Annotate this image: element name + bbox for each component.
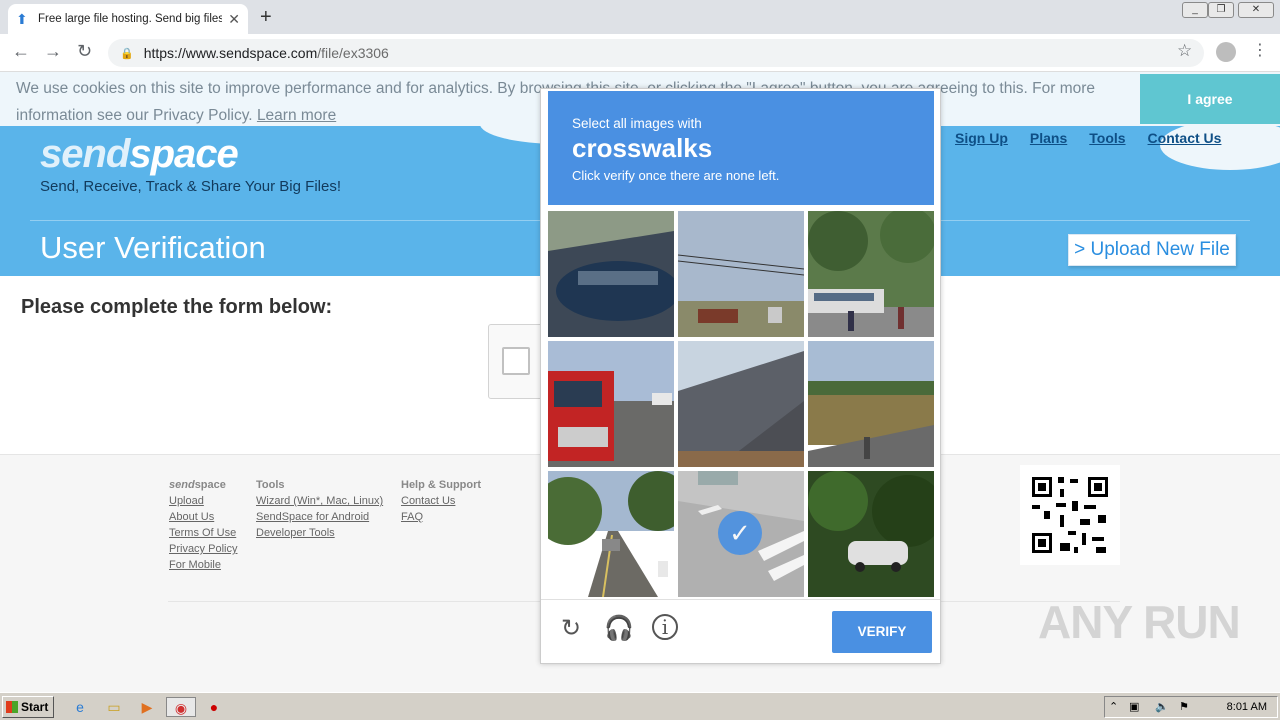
captcha-footer: ↻ 🎧 i VERIFY bbox=[541, 599, 940, 663]
browser-tab[interactable]: ⬆ Free large file hosting. Send big file… bbox=[8, 4, 248, 34]
bookmark-star-icon[interactable]: ☆ bbox=[1177, 41, 1192, 61]
footer-link-about-us[interactable]: About Us bbox=[169, 509, 237, 525]
top-navigation: Sign Up Plans Tools Contact Us bbox=[955, 130, 1221, 146]
footer-link-contact-us[interactable]: Contact Us bbox=[401, 493, 481, 509]
info-icon[interactable]: i bbox=[652, 614, 678, 640]
captcha-tile-4[interactable] bbox=[548, 341, 674, 467]
captcha-challenge-dialog: Select all images with crosswalks Click … bbox=[540, 88, 941, 664]
footer-link-terms[interactable]: Terms Of Use bbox=[169, 525, 237, 541]
internet-explorer-icon[interactable]: e bbox=[70, 697, 90, 717]
footer-column-sendspace: sendspace Upload About Us Terms Of Use P… bbox=[169, 477, 237, 573]
restore-window-button[interactable]: ❐ bbox=[1208, 2, 1234, 18]
selected-check-icon: ✓ bbox=[718, 511, 762, 555]
windows-taskbar: Start e ▭ ▶ ◉ ● ⌃ ▣ 🔈 ⚑ 8:01 AM bbox=[0, 692, 1280, 720]
sendspace-favicon-icon: ⬆ bbox=[16, 11, 28, 27]
upload-new-file-button[interactable]: > Upload New File bbox=[1068, 234, 1236, 266]
taskbar-clock: 8:01 AM bbox=[1226, 701, 1267, 713]
captcha-tile-5[interactable] bbox=[678, 341, 804, 467]
system-tray: ⌃ ▣ 🔈 ⚑ 8:01 AM bbox=[1104, 696, 1278, 718]
learn-more-link[interactable]: Learn more bbox=[257, 107, 336, 124]
footer-link-android[interactable]: SendSpace for Android bbox=[256, 509, 383, 525]
minimize-window-button[interactable]: _ bbox=[1182, 2, 1208, 18]
network-icon[interactable]: ▣ bbox=[1129, 700, 1139, 713]
footer-link-developer-tools[interactable]: Developer Tools bbox=[256, 525, 383, 541]
footer-heading: sendspace bbox=[169, 479, 226, 491]
form-title: Please complete the form below: bbox=[21, 296, 333, 318]
close-tab-icon[interactable]: ✕ bbox=[228, 11, 240, 28]
windows-flag-icon bbox=[6, 701, 18, 713]
agree-button[interactable]: I agree bbox=[1140, 74, 1280, 124]
url-path: /file/ex3306 bbox=[317, 45, 389, 61]
footer-column-tools: Tools Wizard (Win*, Mac, Linux) SendSpac… bbox=[256, 477, 383, 541]
recaptcha-checkbox[interactable] bbox=[502, 347, 530, 375]
captcha-tile-2[interactable] bbox=[678, 211, 804, 337]
url-bar[interactable]: 🔒 https://www.sendspace.com/file/ex3306 bbox=[108, 39, 1204, 67]
captcha-tile-1[interactable] bbox=[548, 211, 674, 337]
tray-expand-icon[interactable]: ⌃ bbox=[1109, 700, 1118, 713]
site-tagline: Send, Receive, Track & Share Your Big Fi… bbox=[40, 178, 341, 195]
reload-icon[interactable]: ↻ bbox=[77, 41, 92, 62]
qr-code-image bbox=[1020, 465, 1120, 565]
footer-heading: Help & Support bbox=[401, 479, 482, 491]
footer-link-wizard[interactable]: Wizard (Win*, Mac, Linux) bbox=[256, 493, 383, 509]
footer-heading: Tools bbox=[256, 479, 285, 491]
start-button[interactable]: Start bbox=[2, 696, 54, 718]
address-toolbar: ← → ↻ 🔒 https://www.sendspace.com/file/e… bbox=[0, 34, 1280, 72]
antivirus-icon[interactable]: ● bbox=[204, 697, 224, 717]
action-center-flag-icon[interactable]: ⚑ bbox=[1179, 700, 1189, 713]
captcha-instruction-line: Select all images with bbox=[572, 116, 702, 131]
tab-title: Free large file hosting. Send big files bbox=[38, 13, 223, 25]
captcha-tile-7[interactable] bbox=[548, 471, 674, 597]
browser-tab-bar: ⬆ Free large file hosting. Send big file… bbox=[0, 0, 1280, 34]
verify-button[interactable]: VERIFY bbox=[832, 611, 932, 653]
lock-icon: 🔒 bbox=[120, 47, 134, 60]
web-page: We use cookies on this site to improve p… bbox=[0, 72, 1280, 692]
reload-icon[interactable]: ↻ bbox=[556, 614, 586, 644]
forward-arrow-icon[interactable]: → bbox=[44, 41, 62, 62]
captcha-instruction-hint: Click verify once there are none left. bbox=[572, 168, 780, 183]
captcha-tile-8[interactable]: ✓ bbox=[678, 471, 804, 597]
sendspace-logo[interactable]: sendspace bbox=[40, 132, 239, 177]
volume-icon[interactable]: 🔈 bbox=[1155, 700, 1169, 713]
page-title: User Verification bbox=[40, 230, 266, 265]
browser-menu-icon[interactable]: ⋮ bbox=[1252, 40, 1268, 60]
footer-link-mobile[interactable]: For Mobile bbox=[169, 557, 237, 573]
cookie-text-line2: information see our Privacy Policy. bbox=[16, 107, 253, 124]
nav-sign-up[interactable]: Sign Up bbox=[955, 130, 1008, 146]
captcha-tile-9[interactable] bbox=[808, 471, 934, 597]
folder-icon[interactable]: ▭ bbox=[104, 697, 124, 717]
chrome-taskbar-icon[interactable]: ◉ bbox=[166, 697, 196, 717]
profile-avatar-icon[interactable] bbox=[1216, 42, 1236, 62]
captcha-tile-3[interactable] bbox=[808, 211, 934, 337]
back-arrow-icon[interactable]: ← bbox=[12, 41, 30, 62]
captcha-tile-6[interactable] bbox=[808, 341, 934, 467]
captcha-target-word: crosswalks bbox=[572, 133, 713, 163]
nav-contact-us[interactable]: Contact Us bbox=[1148, 130, 1222, 146]
footer-link-privacy[interactable]: Privacy Policy bbox=[169, 541, 237, 557]
footer-link-upload[interactable]: Upload bbox=[169, 493, 237, 509]
anyrun-watermark: ANY RUN bbox=[1038, 596, 1241, 648]
media-player-icon[interactable]: ▶ bbox=[137, 697, 157, 717]
nav-tools[interactable]: Tools bbox=[1089, 130, 1125, 146]
recaptcha-widget bbox=[488, 324, 548, 399]
audio-icon[interactable]: 🎧 bbox=[604, 614, 634, 644]
url-host: https://www.sendspace.com bbox=[143, 45, 318, 61]
close-window-button[interactable]: ✕ bbox=[1238, 2, 1274, 18]
new-tab-button[interactable]: + bbox=[260, 6, 272, 29]
footer-link-faq[interactable]: FAQ bbox=[401, 509, 481, 525]
footer-column-help: Help & Support Contact Us FAQ bbox=[401, 477, 481, 525]
captcha-instructions: Select all images with crosswalks Click … bbox=[548, 91, 934, 205]
nav-plans[interactable]: Plans bbox=[1030, 130, 1067, 146]
